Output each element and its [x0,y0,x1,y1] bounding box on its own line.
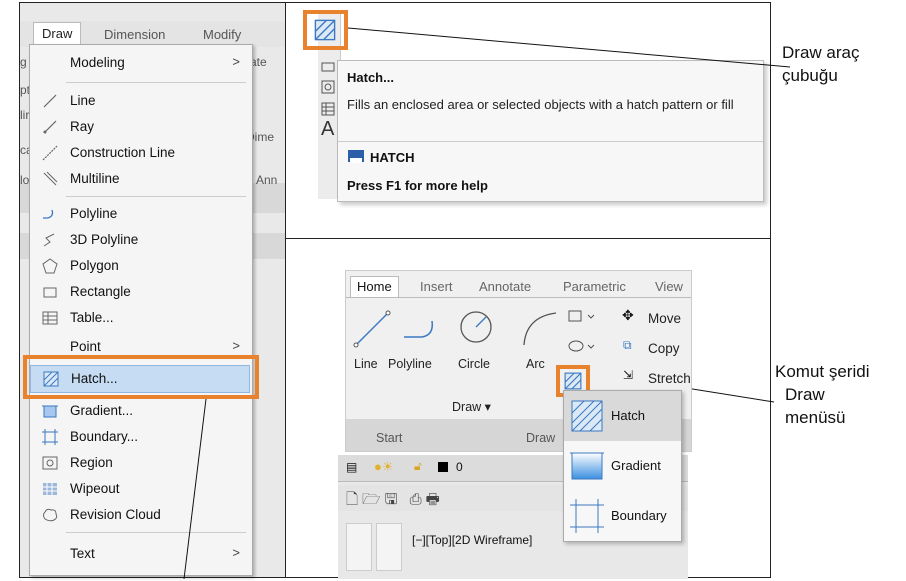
tab-annotate[interactable]: Annotate [479,279,531,294]
modify-move[interactable]: Move [648,311,681,326]
tab-parametric[interactable]: Parametric [563,279,626,294]
gallery-item-hatch[interactable]: Hatch [564,391,681,441]
boundary-icon [570,499,604,533]
tab-insert[interactable]: Insert [420,279,453,294]
gradient-icon [570,452,604,480]
light-bulb-icon: ●☀ [374,459,394,474]
draw-file-tab[interactable]: Draw [526,431,555,445]
viewport-label[interactable]: [−][Top][2D Wireframe] [412,533,532,547]
modify-stretch[interactable]: Stretch [648,371,691,386]
gallery-label: Boundary [611,508,667,523]
hatch-icon[interactable] [564,372,582,390]
ribbon-callout: Komut şeridi Draw menüsü [775,360,869,429]
tool-label-line: Line [354,357,378,371]
viewport-control[interactable] [346,523,372,571]
gallery-item-boundary[interactable]: Boundary [564,491,681,541]
standard-toolbar-icons[interactable]: 🗋🗁🖫 ⎙🖶 [346,489,444,514]
tool-label-arc: Arc [526,357,545,371]
ellipse-tool-icon[interactable] [568,339,596,353]
tab-home[interactable]: Home [350,276,399,298]
polyline-tool-icon[interactable] [402,315,442,345]
gallery-label: Hatch [611,408,645,423]
modify-copy[interactable]: Copy [648,341,680,356]
callout-line: Draw [785,385,825,404]
callout-line: Draw araç [782,43,860,62]
hatch-gallery-dropdown: Hatch Gradient Boundary [563,390,682,542]
hatch-icon [571,400,603,432]
lock-icon: 🔓︎ [414,459,422,473]
gallery-item-gradient[interactable]: Gradient [564,441,681,491]
layer-value[interactable]: 0 [456,460,463,474]
arc-tool-icon[interactable] [520,309,560,349]
callout-line: çubuğu [782,66,838,85]
circle-tool-icon[interactable] [458,309,494,345]
start-tab[interactable]: Start [376,431,402,445]
tab-view[interactable]: View [655,279,683,294]
ucs-icon [376,523,402,571]
callout-line: menüsü [785,408,846,427]
draw-panel-label[interactable]: Draw ▾ [452,399,491,414]
layer-icon: ▤ [346,460,358,474]
color-swatch [438,462,448,472]
stretch-icon: ⇲ [623,368,634,382]
line-tool-icon[interactable] [352,309,392,349]
tool-label-polyline: Polyline [388,357,432,371]
toolbar-callout: Draw araç çubuğu [782,41,859,87]
copy-icon: ⧉ [623,338,632,352]
tool-label-circle: Circle [458,357,490,371]
callout-line: Komut şeridi [775,362,870,381]
gallery-label: Gradient [611,458,661,473]
rectangle-tool-icon[interactable] [568,309,596,323]
move-icon: ✥ [622,307,634,323]
